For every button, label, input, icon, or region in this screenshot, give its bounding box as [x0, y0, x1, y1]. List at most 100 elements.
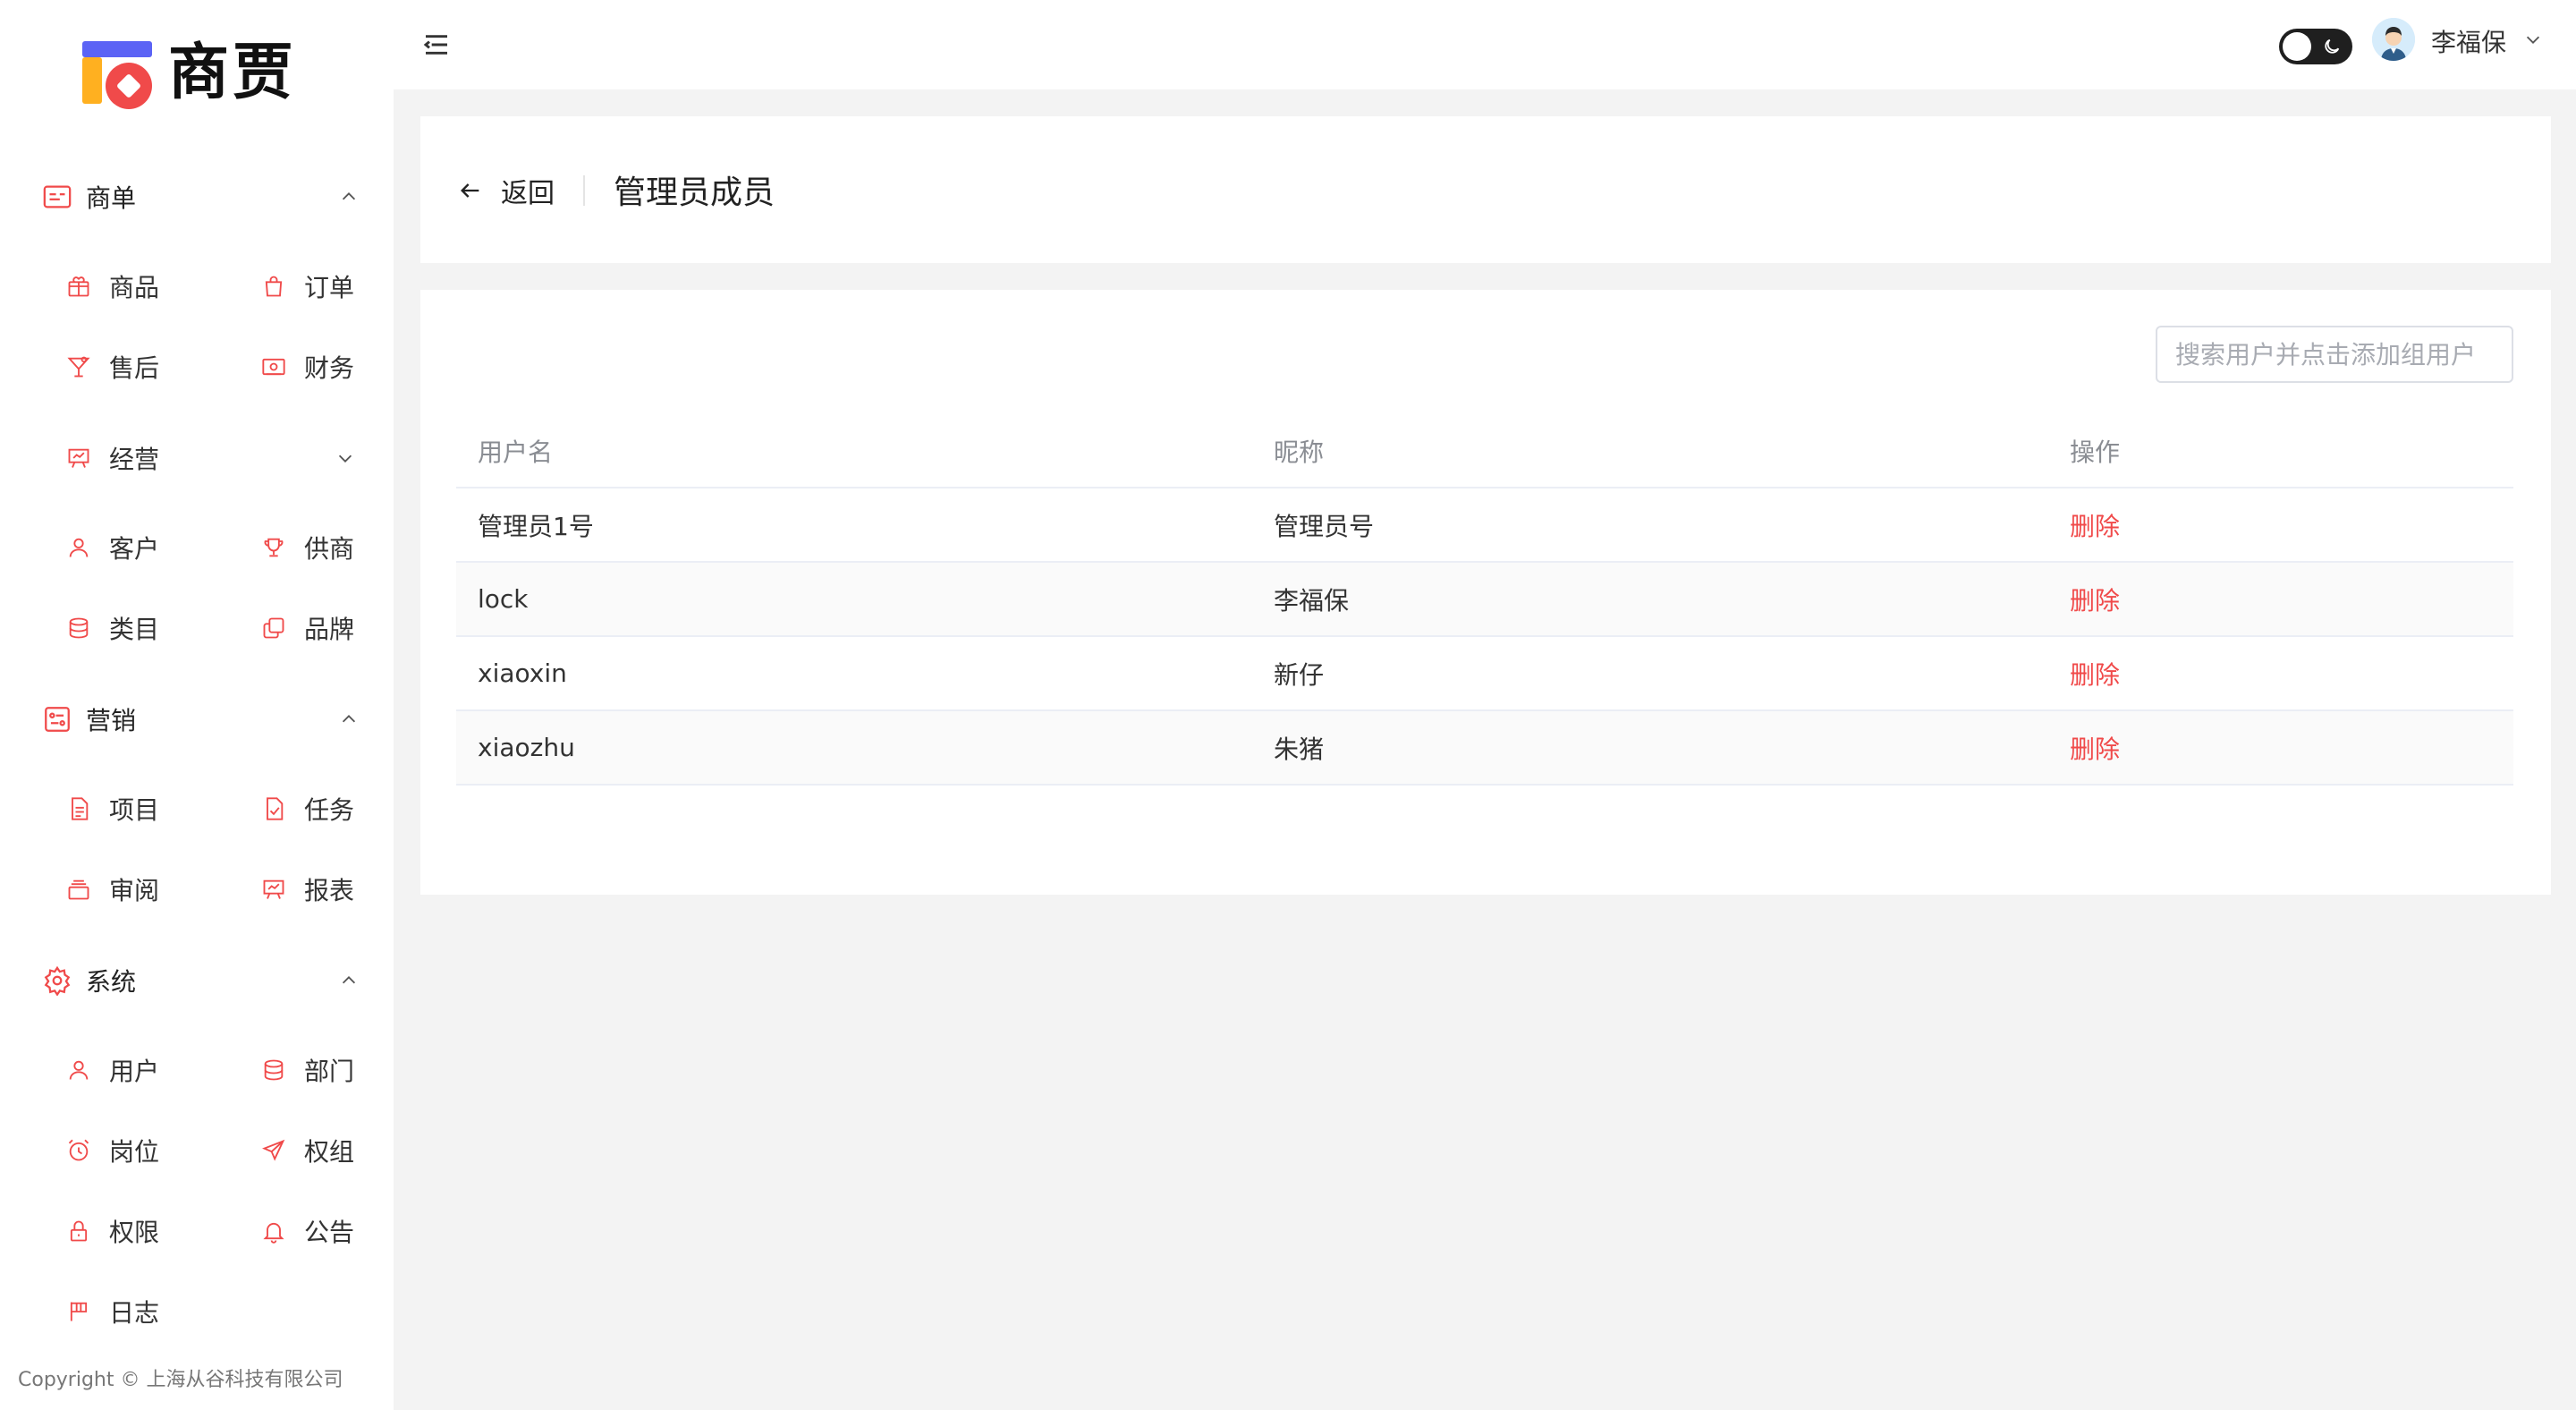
chevron-down-icon[interactable]: [2521, 27, 2546, 52]
flag-icon: [64, 1297, 93, 1326]
alarm-clock-icon: [64, 1136, 93, 1165]
sidebar-item-departments[interactable]: 部门: [259, 1049, 420, 1091]
shop-card-icon: [39, 179, 75, 215]
sidebar-item-label: 类目: [109, 615, 160, 644]
sidebar-item-label: 任务: [304, 795, 355, 825]
database-icon: [259, 1056, 288, 1084]
column-header-username: 用户名: [478, 437, 554, 467]
delete-button[interactable]: 删除: [2070, 512, 2120, 541]
send-icon: [259, 1136, 288, 1165]
column-header-nickname: 昵称: [1274, 437, 1325, 467]
delete-button[interactable]: 删除: [2070, 586, 2120, 616]
cell-username: xiaoxin: [478, 658, 567, 688]
chevron-up-icon[interactable]: [336, 184, 361, 209]
cell-nickname: 李福保: [1274, 585, 1350, 616]
chevron-down-icon[interactable]: [333, 446, 358, 471]
trophy-icon: [259, 533, 288, 562]
search-add-user-input[interactable]: [2156, 326, 2513, 383]
table-row: xiaozhu 朱猪 删除: [456, 711, 2513, 786]
sidebar-item-announcements[interactable]: 公告: [259, 1210, 420, 1253]
sidebar-item-suppliers[interactable]: 供商: [259, 526, 420, 569]
delete-button[interactable]: 删除: [2070, 735, 2120, 764]
sidebar-section-orders[interactable]: 商单: [39, 175, 361, 218]
sidebar-item-review[interactable]: 审阅: [64, 868, 225, 911]
sidebar-item-orders[interactable]: 订单: [259, 265, 420, 308]
sidebar-section-label: 营销: [86, 706, 137, 735]
logo-mark-icon: [79, 38, 154, 109]
lock-icon: [64, 1217, 93, 1245]
back-label: 返回: [501, 178, 555, 209]
sidebar-item-tasks[interactable]: 任务: [259, 787, 420, 830]
chevron-up-icon[interactable]: [336, 707, 361, 732]
gear-icon: [39, 963, 75, 998]
copy-icon: [259, 614, 288, 642]
sidebar-item-categories[interactable]: 类目: [64, 607, 225, 650]
header-divider: [583, 175, 585, 206]
sidebar-item-label: 岗位: [109, 1137, 160, 1167]
back-button[interactable]: 返回: [456, 170, 555, 211]
user-name[interactable]: 李福保: [2431, 23, 2506, 59]
gift-box-icon: [64, 272, 93, 301]
sidebar-item-finance[interactable]: 财务: [259, 345, 420, 388]
presentation-board-icon: [259, 875, 288, 904]
database-icon: [64, 614, 93, 642]
sidebar-item-goods[interactable]: 商品: [64, 265, 225, 308]
sidebar-item-label: 财务: [304, 353, 355, 383]
sidebar-item-reports[interactable]: 报表: [259, 868, 420, 911]
marketing-panel-icon: [39, 701, 75, 737]
sidebar: 商贾 商单 商品 订单 售后 财务 经营 客户 供商 类目 品牌 营销 项目 任…: [0, 0, 394, 1410]
sidebar-item-label: 权限: [109, 1218, 160, 1247]
sidebar-item-positions[interactable]: 岗位: [64, 1129, 225, 1172]
sidebar-item-after-sales[interactable]: 售后: [64, 345, 225, 388]
logo-text: 商贾: [168, 38, 298, 108]
presentation-board-icon: [64, 444, 93, 472]
column-header-actions: 操作: [2070, 437, 2121, 467]
cocktail-icon: [64, 352, 93, 381]
delete-button[interactable]: 删除: [2070, 660, 2120, 690]
avatar[interactable]: [2372, 18, 2415, 61]
sidebar-section-marketing[interactable]: 营销: [39, 698, 361, 741]
sidebar-item-label: 部门: [304, 1057, 355, 1086]
topbar: 李福保: [394, 0, 2576, 89]
sidebar-section-system[interactable]: 系统: [39, 959, 361, 1002]
sidebar-item-label: 客户: [109, 534, 160, 564]
sidebar-item-operations[interactable]: 经营: [64, 437, 386, 480]
sidebar-item-label: 审阅: [109, 876, 160, 905]
user-icon: [64, 1056, 93, 1084]
members-card: 用户名 昵称 操作 管理员1号 管理员号 删除 lock 李福保 删除 xiao…: [420, 290, 2551, 895]
sidebar-section-label: 商单: [86, 183, 137, 213]
sidebar-item-projects[interactable]: 项目: [64, 787, 225, 830]
sidebar-item-label: 品牌: [304, 615, 355, 644]
table-row: xiaoxin 新仔 删除: [456, 637, 2513, 711]
logo[interactable]: 商贾: [79, 38, 297, 109]
toggle-knob: [2283, 32, 2311, 61]
user-icon: [64, 533, 93, 562]
chevron-up-icon[interactable]: [336, 968, 361, 993]
cell-nickname: 新仔: [1274, 659, 1325, 690]
sidebar-item-label: 商品: [109, 273, 160, 302]
document-icon: [64, 794, 93, 823]
sidebar-item-brands[interactable]: 品牌: [259, 607, 420, 650]
members-table: 用户名 昵称 操作 管理员1号 管理员号 删除 lock 李福保 删除 xiao…: [456, 415, 2513, 786]
sidebar-item-permission-groups[interactable]: 权组: [259, 1129, 420, 1172]
cell-nickname: 管理员号: [1274, 511, 1375, 541]
cell-username: xiaozhu: [478, 733, 575, 762]
sidebar-item-label: 订单: [304, 273, 355, 302]
sidebar-item-permissions[interactable]: 权限: [64, 1210, 225, 1253]
table-row: 管理员1号 管理员号 删除: [456, 488, 2513, 563]
sidebar-item-label: 权组: [304, 1137, 355, 1167]
sidebar-item-label: 供商: [304, 534, 355, 564]
app-root: 商贾 商单 商品 订单 售后 财务 经营 客户 供商 类目 品牌 营销 项目 任…: [0, 0, 2576, 1410]
theme-toggle[interactable]: [2279, 29, 2352, 64]
sidebar-item-label: 经营: [109, 445, 160, 474]
table-row: lock 李福保 删除: [456, 563, 2513, 637]
sidebar-item-customers[interactable]: 客户: [64, 526, 225, 569]
sidebar-item-label: 公告: [304, 1218, 355, 1247]
menu-fold-icon[interactable]: [419, 27, 454, 63]
sidebar-section-label: 系统: [86, 967, 137, 997]
sidebar-item-logs[interactable]: 日志: [64, 1290, 225, 1333]
arrow-left-icon: [456, 176, 485, 205]
sidebar-item-users[interactable]: 用户: [64, 1049, 225, 1091]
money-icon: [259, 352, 288, 381]
shopping-bag-icon: [259, 272, 288, 301]
